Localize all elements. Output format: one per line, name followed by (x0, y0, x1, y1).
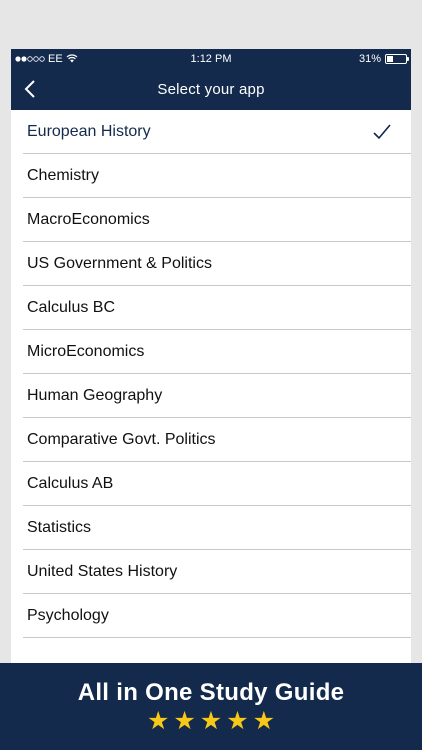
promo-banner: All in One Study Guide ★ ★ ★ ★ ★ (0, 663, 422, 750)
list-item[interactable]: European History (23, 110, 411, 154)
app-label: Chemistry (27, 166, 100, 184)
chevron-left-icon (24, 80, 35, 98)
list-item[interactable]: Chemistry (23, 154, 411, 198)
battery-level (387, 55, 393, 62)
status-time: 1:12 PM (190, 52, 232, 65)
app-label: Calculus BC (27, 298, 116, 316)
app-label: Comparative Govt. Politics (27, 430, 216, 448)
list-item[interactable]: United States History (23, 550, 411, 594)
app-label: European History (27, 122, 151, 140)
list-item[interactable]: Calculus AB (23, 462, 411, 506)
rating-stars: ★ ★ ★ ★ ★ (0, 709, 422, 734)
status-right: 31% (358, 52, 409, 65)
star-icon: ★ (173, 707, 196, 735)
navigation-bar: Select your app (11, 68, 411, 110)
page-title: Select your app (157, 80, 265, 98)
list-item[interactable]: Psychology (23, 594, 411, 638)
app-label: US Government & Politics (27, 254, 212, 272)
list-item[interactable]: Calculus BC (23, 286, 411, 330)
list-item[interactable]: MacroEconomics (23, 198, 411, 242)
app-label: MacroEconomics (27, 210, 150, 228)
star-icon: ★ (226, 707, 249, 735)
battery-percent: 31% (358, 52, 381, 65)
star-icon: ★ (146, 707, 170, 735)
app-list: European History Chemistry MacroEconomics U… (11, 110, 411, 638)
phone-screen: EE 1:12 PM 31% Select your app European … (11, 49, 411, 689)
list-item[interactable]: Comparative Govt. Politics (23, 418, 411, 462)
app-label: Statistics (27, 518, 92, 536)
app-label: United States History (27, 562, 178, 580)
star-icon: ★ (252, 707, 276, 735)
list-item[interactable]: Statistics (23, 506, 411, 550)
app-label: Psychology (27, 606, 109, 624)
list-item[interactable]: Human Geography (23, 374, 411, 418)
star-icon: ★ (199, 707, 223, 735)
list-item[interactable]: US Government & Politics (23, 242, 411, 286)
back-button[interactable] (15, 68, 45, 110)
battery-icon (385, 53, 409, 64)
app-label: Calculus AB (27, 474, 114, 492)
app-label: Human Geography (27, 386, 163, 404)
list-item[interactable]: MicroEconomics (23, 330, 411, 374)
status-bar: EE 1:12 PM 31% (11, 49, 411, 68)
checkmark-icon (373, 123, 391, 139)
banner-title: All in One Study Guide (77, 679, 345, 706)
app-label: MicroEconomics (27, 342, 145, 360)
